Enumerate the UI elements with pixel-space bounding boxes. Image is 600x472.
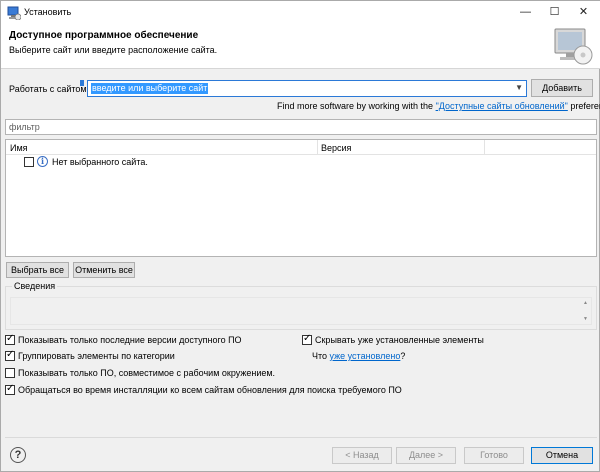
filter-placeholder: фильтр (9, 122, 40, 132)
scroll-up-icon[interactable]: ▲ (583, 300, 588, 306)
next-button[interactable]: Далее > (396, 447, 456, 464)
row-checkbox[interactable] (24, 157, 34, 167)
maximize-button[interactable]: ☐ (540, 1, 569, 23)
whats-installed-suffix: ? (400, 351, 406, 361)
wizard-banner: Доступное программное обеспечение Выбери… (1, 24, 600, 69)
group-by-category-label: Группировать элементы по категории (18, 351, 175, 361)
info-icon: i (37, 156, 48, 167)
show-latest-label: Показывать только последние версии досту… (18, 335, 242, 345)
banner-title: Доступное программное обеспечение (9, 30, 199, 41)
contact-all-sites-label: Обращаться во время инсталляции ко всем … (18, 385, 402, 395)
close-button[interactable]: ✕ (569, 1, 598, 23)
details-text-area[interactable]: ▲ ▼ (10, 297, 592, 325)
tree-row[interactable]: i Нет выбранного сайта. (6, 155, 596, 169)
title-bar: Установить — ☐ ✕ (1, 1, 600, 24)
show-latest-checkbox[interactable] (5, 333, 15, 345)
column-divider[interactable] (317, 140, 318, 155)
help-icon[interactable]: ? (10, 447, 26, 463)
software-tree[interactable]: Имя Версия i Нет выбранного сайта. (5, 139, 597, 257)
banner-description: Выберите сайт или введите расположение с… (9, 45, 218, 55)
tree-row-name: Нет выбранного сайта. (52, 157, 148, 167)
work-with-label: Работать с сайтом: (9, 84, 90, 94)
column-divider[interactable] (484, 140, 485, 155)
contact-all-sites-checkbox[interactable] (5, 383, 15, 395)
whats-installed-prefix: Что (312, 351, 330, 361)
footer-divider (5, 437, 597, 438)
column-header-version[interactable]: Версия (321, 143, 351, 153)
content-assist-marker-icon (80, 80, 84, 86)
show-compatible-checkbox[interactable] (5, 368, 15, 378)
whats-installed-text: Что уже установлено? (312, 351, 405, 361)
window-title: Установить (24, 7, 72, 17)
hide-installed-label: Скрывать уже установленные элементы (315, 335, 484, 345)
filter-input[interactable]: фильтр (5, 119, 597, 135)
show-compatible-label: Показывать только ПО, совместимое с рабо… (18, 368, 276, 378)
install-app-icon (7, 6, 21, 20)
cancel-button[interactable]: Отмена (531, 447, 593, 464)
scroll-down-icon[interactable]: ▼ (583, 316, 588, 322)
site-combo-value: введите или выберите сайт (91, 83, 209, 94)
install-dialog: Установить — ☐ ✕ Доступное программное о… (0, 0, 600, 472)
already-installed-link[interactable]: уже установлено (330, 351, 401, 361)
column-header-name[interactable]: Имя (10, 143, 28, 153)
find-more-text: Find more software by working with the "… (277, 101, 600, 111)
minimize-button[interactable]: — (511, 1, 540, 23)
install-monitor-icon (554, 28, 593, 65)
chevron-down-icon[interactable]: ▼ (515, 83, 523, 92)
site-combo[interactable]: введите или выберите сайт ▼ (87, 80, 527, 97)
back-button[interactable]: < Назад (332, 447, 392, 464)
select-all-button[interactable]: Выбрать все (6, 262, 69, 278)
details-group: Сведения ▲ ▼ (5, 281, 597, 330)
available-sites-link[interactable]: "Доступные сайты обновлений" (436, 101, 568, 111)
hide-installed-checkbox[interactable] (302, 333, 312, 345)
details-label: Сведения (12, 281, 58, 291)
group-by-category-checkbox[interactable] (5, 349, 15, 361)
deselect-all-button[interactable]: Отменить все (73, 262, 135, 278)
add-site-button[interactable]: Добавить (531, 79, 593, 97)
finish-button[interactable]: Готово (464, 447, 524, 464)
find-more-prefix: Find more software by working with the (277, 101, 436, 111)
tree-header: Имя Версия (6, 140, 596, 155)
find-more-suffix: preferences. (570, 101, 600, 111)
